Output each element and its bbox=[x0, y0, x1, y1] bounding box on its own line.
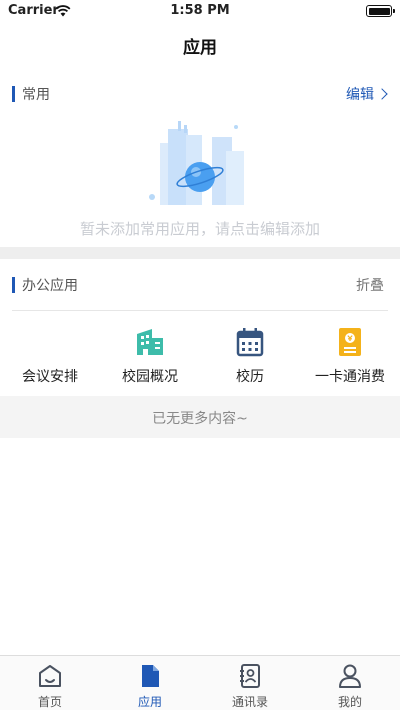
edit-label: 编辑 bbox=[346, 87, 374, 103]
app-label: 会议安排 bbox=[22, 369, 78, 385]
calendar-icon bbox=[236, 328, 264, 357]
office-title: 办公应用 bbox=[22, 278, 78, 294]
app-label: 一卡通消费 bbox=[315, 369, 385, 385]
page-title: 应用 bbox=[183, 38, 217, 58]
tab-label: 首页 bbox=[37, 695, 62, 709]
edit-button[interactable]: 编辑 bbox=[346, 84, 388, 104]
app-card-spending[interactable]: 一卡通消费 bbox=[300, 322, 400, 392]
office-apps-grid: 会议安排 校园概况 校历 一卡通消费 bbox=[0, 322, 400, 392]
app-school-calendar[interactable]: 校历 bbox=[200, 322, 300, 392]
collapse-button[interactable]: 折叠 bbox=[356, 275, 384, 295]
no-more-banner: 已无更多内容~ bbox=[0, 396, 400, 438]
building-icon bbox=[137, 329, 163, 355]
app-meeting-schedule[interactable]: 会议安排 bbox=[0, 322, 100, 392]
card-icon bbox=[339, 328, 361, 356]
tab-home[interactable]: 首页 bbox=[0, 656, 100, 710]
document-icon bbox=[142, 665, 159, 687]
tab-apps[interactable]: 应用 bbox=[100, 656, 200, 710]
tab-bar: 首页 应用 通讯录 我的 bbox=[0, 655, 400, 710]
tab-label: 我的 bbox=[337, 695, 362, 709]
empty-state-text: 暂未添加常用应用，请点击编辑添加 bbox=[79, 220, 320, 238]
favorites-header: 常用 编辑 bbox=[0, 82, 400, 106]
favorites-title: 常用 bbox=[22, 87, 50, 103]
section-accent-bar bbox=[12, 86, 15, 102]
app-campus-overview[interactable]: 校园概况 bbox=[100, 322, 200, 392]
tab-label: 应用 bbox=[137, 695, 162, 709]
clock: 1:58 PM bbox=[170, 3, 230, 18]
tab-label: 通讯录 bbox=[231, 695, 268, 709]
battery-icon bbox=[366, 5, 395, 17]
section-accent-bar bbox=[12, 277, 15, 293]
header-divider bbox=[12, 310, 388, 311]
chevron-right-icon bbox=[376, 88, 388, 100]
status-bar: Carrier 1:58 PM bbox=[0, 0, 400, 22]
app-label: 校历 bbox=[236, 369, 264, 385]
profile-icon bbox=[339, 664, 361, 688]
tab-profile[interactable]: 我的 bbox=[300, 656, 400, 710]
empty-state-illustration-icon bbox=[149, 121, 244, 205]
app-label: 校园概况 bbox=[122, 369, 178, 385]
section-divider bbox=[0, 247, 400, 259]
tab-contacts[interactable]: 通讯录 bbox=[200, 656, 300, 710]
no-more-text: 已无更多内容~ bbox=[152, 411, 248, 427]
contacts-icon bbox=[240, 664, 260, 688]
office-header: 办公应用 折叠 bbox=[0, 273, 400, 297]
home-icon bbox=[39, 665, 61, 687]
